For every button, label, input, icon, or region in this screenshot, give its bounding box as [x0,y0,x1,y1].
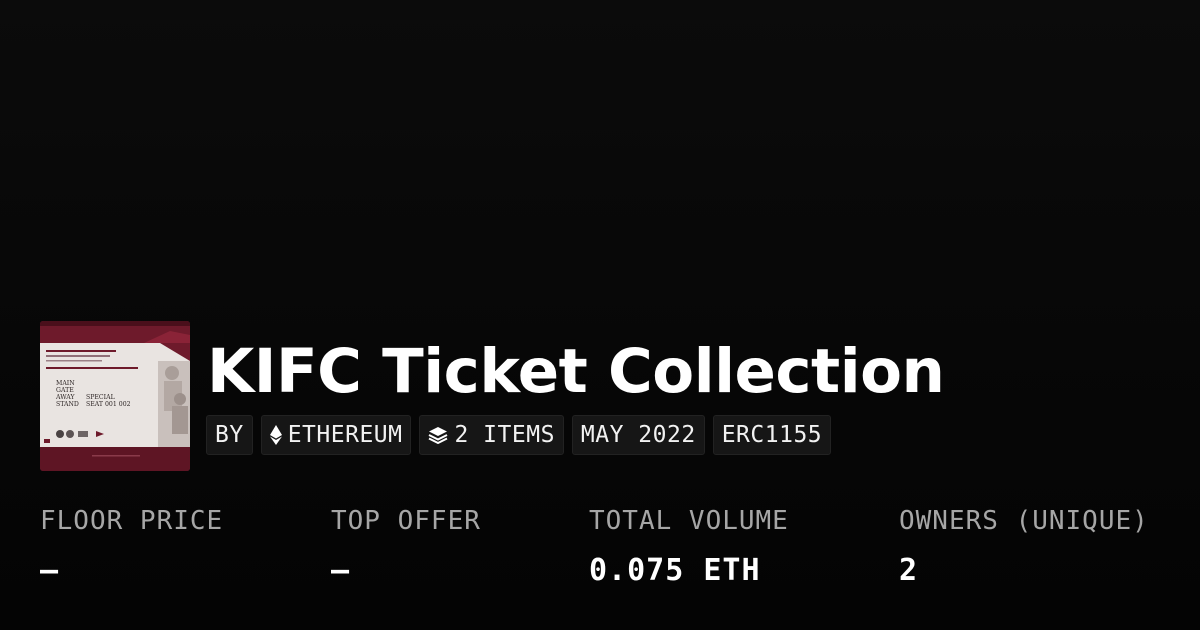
chain-tag[interactable]: ETHEREUM [260,415,412,455]
collection-tags: BY ETHEREUM 2 ITEMS MAY 2022 ERC1155 [206,415,832,455]
creator-tag[interactable]: BY [206,415,253,455]
items-count-tag[interactable]: 2 ITEMS [419,415,564,455]
collection-thumbnail[interactable]: MAIN GATE AWAY STAND SPECIAL SEAT 001 00… [40,321,190,471]
total-volume-stat: TOTAL VOLUME 0.075 ETH [589,503,789,589]
token-standard-label: ERC1155 [721,422,823,448]
chain-label: ETHEREUM [287,422,403,448]
owners-label: OWNERS (UNIQUE) [899,506,1149,536]
total-volume-value: 0.075 ETH [589,553,761,588]
ticket-seat-number: SEAT 001 002 [86,401,131,408]
created-date-tag: MAY 2022 [571,415,705,455]
collection-title: KIFC Ticket Collection [207,336,945,407]
layers-icon [428,425,448,445]
owners-stat: OWNERS (UNIQUE) 2 [899,503,1149,589]
floor-price-label: FLOOR PRICE [40,506,224,536]
creator-by-label: BY [215,422,244,448]
top-offer-label: TOP OFFER [331,506,481,536]
ticket-gate-label: STAND [56,401,79,408]
floor-price-stat: FLOOR PRICE — [40,503,223,589]
floor-price-value: — [40,553,60,588]
token-standard-tag: ERC1155 [712,415,832,455]
owners-value: 2 [899,553,919,588]
ticket-gate-label: GATE [56,387,74,394]
created-date-label: MAY 2022 [580,422,696,448]
ethereum-icon [269,425,282,445]
top-offer-value: — [331,553,351,588]
items-count-label: 2 ITEMS [454,422,555,448]
ticket-seat-label: SPECIAL [86,394,115,401]
total-volume-label: TOTAL VOLUME [589,506,789,536]
ticket-gate-label: AWAY [55,394,75,401]
ticket-image: MAIN GATE AWAY STAND SPECIAL SEAT 001 00… [40,321,190,471]
top-offer-stat: TOP OFFER — [331,503,481,589]
ticket-gate-label: MAIN [56,380,75,387]
